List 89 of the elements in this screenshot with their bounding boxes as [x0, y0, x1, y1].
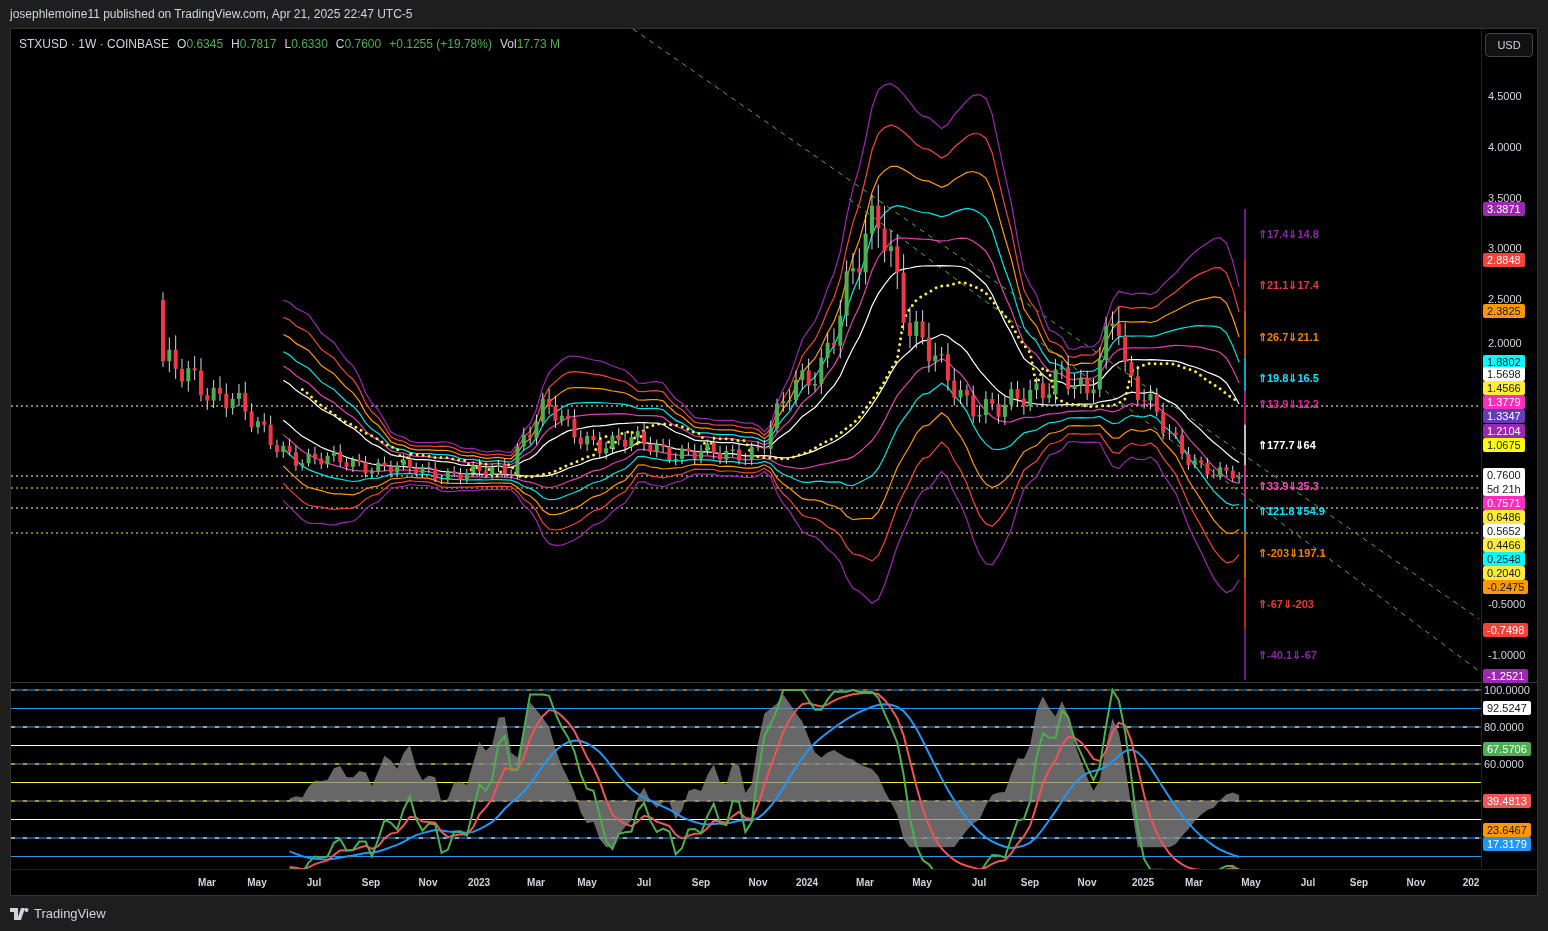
- time-axis-label: May: [1241, 876, 1261, 890]
- time-axis-label: Jul: [1300, 876, 1316, 890]
- publish-attribution: josephlemoine11 published on TradingView.com, Apr 21, 2025 22:47 UTC-5: [10, 6, 413, 23]
- time-axis-label: May: [247, 876, 267, 890]
- currency-button[interactable]: USD: [1485, 33, 1533, 57]
- price-tag: 17.3179: [1483, 837, 1531, 851]
- fib-level-label: ⇑33.9⇓25.3: [1258, 479, 1319, 493]
- price-tag: 1.2104: [1483, 424, 1525, 438]
- time-axis-label: Sep: [1349, 876, 1369, 890]
- time-axis-label: Jul: [971, 876, 987, 890]
- logo-icon: [10, 907, 30, 920]
- time-axis-label: May: [577, 876, 597, 890]
- price-change: +0.1255 (+19.78%): [389, 36, 492, 53]
- oscillator-axis-label: 80.0000: [1484, 720, 1524, 734]
- price-axis-label: -0.5000: [1488, 597, 1526, 611]
- price-axis-label: 2.5000: [1488, 292, 1522, 306]
- ohlc-value: 0.6330: [291, 36, 328, 53]
- price-tag: 0.7571: [1483, 496, 1525, 510]
- price-tag: 2.8848: [1483, 253, 1525, 267]
- price-tag: 1.0675: [1483, 438, 1525, 452]
- price-axis-label: 2.0000: [1488, 336, 1522, 350]
- time-axis-label: Mar: [527, 876, 545, 890]
- price-axis-label: -1.0000: [1488, 648, 1526, 662]
- time-axis-label: Mar: [1185, 876, 1203, 890]
- price-tag: 1.3347: [1483, 409, 1525, 423]
- time-axis-label: 2025: [1131, 876, 1155, 890]
- fib-level-label: ⇑17.4⇓14.8: [1258, 227, 1319, 241]
- price-tag: 67.5706: [1483, 742, 1531, 756]
- fib-level-label: ⇑26.7⇓21.1: [1258, 330, 1319, 344]
- oscillator-axis-label: 60.0000: [1484, 757, 1524, 771]
- price-axis-label: 3.0000: [1488, 241, 1522, 255]
- time-axis-label: Mar: [198, 876, 216, 890]
- time-axis-label: Nov: [418, 876, 438, 890]
- price-tag: -0.2475: [1483, 580, 1529, 594]
- brand-name: TradingView: [34, 904, 106, 923]
- fib-level-label: ⇑13.9⇓12.2: [1258, 397, 1319, 411]
- time-axis-label: Sep: [691, 876, 711, 890]
- time-axis-label: 202: [1462, 876, 1480, 890]
- time-axis-label: 2024: [795, 876, 819, 890]
- time-axis-label: Jul: [636, 876, 652, 890]
- time-axis-label: Mar: [856, 876, 874, 890]
- price-tag: 1.3779: [1483, 395, 1525, 409]
- ohlc-value: 0.7817: [239, 36, 277, 53]
- fib-level-label: ⇑19.8⇓16.5: [1258, 371, 1319, 385]
- price-tag: -0.7498: [1483, 623, 1529, 637]
- time-axis-label: May: [912, 876, 932, 890]
- time-axis-label: Nov: [748, 876, 768, 890]
- price-tag: 23.6467: [1483, 823, 1531, 837]
- price-tag: 0.4466: [1483, 538, 1525, 552]
- dashed-trend-line[interactable]: [848, 198, 1480, 672]
- fib-level-label: ⇑177.7⇓64: [1258, 438, 1316, 452]
- ohlc-label: L: [284, 36, 292, 53]
- ohlc-label: O: [177, 36, 187, 53]
- fib-level-label: ⇑121.8⇓54.9: [1258, 504, 1325, 518]
- price-tag: 0.6486: [1483, 510, 1525, 524]
- time-axis-label: 2023: [467, 876, 491, 890]
- oscillator-axis-label: 100.0000: [1484, 683, 1530, 697]
- ohlc-value: 0.6345: [186, 36, 224, 53]
- fib-level-label: ⇑-203⇓197.1: [1258, 546, 1326, 560]
- time-axis-label: Sep: [1020, 876, 1040, 890]
- time-axis-label: Jul: [306, 876, 322, 890]
- price-tag: 2.3825: [1483, 304, 1525, 318]
- price-tag: 0.2548: [1483, 552, 1525, 566]
- volume-label: Vol: [499, 36, 517, 53]
- time-axis-label: Nov: [1077, 876, 1097, 890]
- price-axis-label: 4.5000: [1488, 89, 1522, 103]
- price-tag: 1.5698: [1483, 367, 1525, 381]
- price-axis-label: 4.0000: [1488, 140, 1522, 154]
- price-tag: 92.5247: [1483, 701, 1531, 715]
- price-tag: 0.2040: [1483, 566, 1525, 580]
- bar-countdown: 5d 21h: [1487, 482, 1521, 496]
- volume-value: 17.73 M: [516, 36, 560, 53]
- time-axis-label: Sep: [361, 876, 381, 890]
- price-tag: 0.7600 5d 21h: [1483, 468, 1525, 496]
- price-tag: 3.3871: [1483, 202, 1525, 216]
- dashed-trend-line[interactable]: [632, 29, 1480, 620]
- ohlc-label: H: [231, 36, 240, 53]
- time-axis-label: Nov: [1406, 876, 1426, 890]
- ohlc-value: 0.7600: [344, 36, 382, 53]
- price-tag: -1.2521: [1483, 669, 1529, 683]
- fib-level-label: ⇑-67⇓-203: [1258, 597, 1314, 611]
- fib-level-label: ⇑-40.1⇓-67: [1258, 648, 1317, 662]
- ohlc-label: C: [335, 36, 345, 53]
- price-tag: 0.5652: [1483, 524, 1525, 538]
- symbol-info: STXUSD · 1W · COINBASE: [19, 36, 170, 53]
- fib-level-label: ⇑21.1⇓17.4: [1258, 278, 1319, 292]
- price-tag: 1.4566: [1483, 381, 1525, 395]
- price-axis-label: 3.5000: [1488, 191, 1522, 205]
- price-tag: 39.4813: [1483, 794, 1531, 808]
